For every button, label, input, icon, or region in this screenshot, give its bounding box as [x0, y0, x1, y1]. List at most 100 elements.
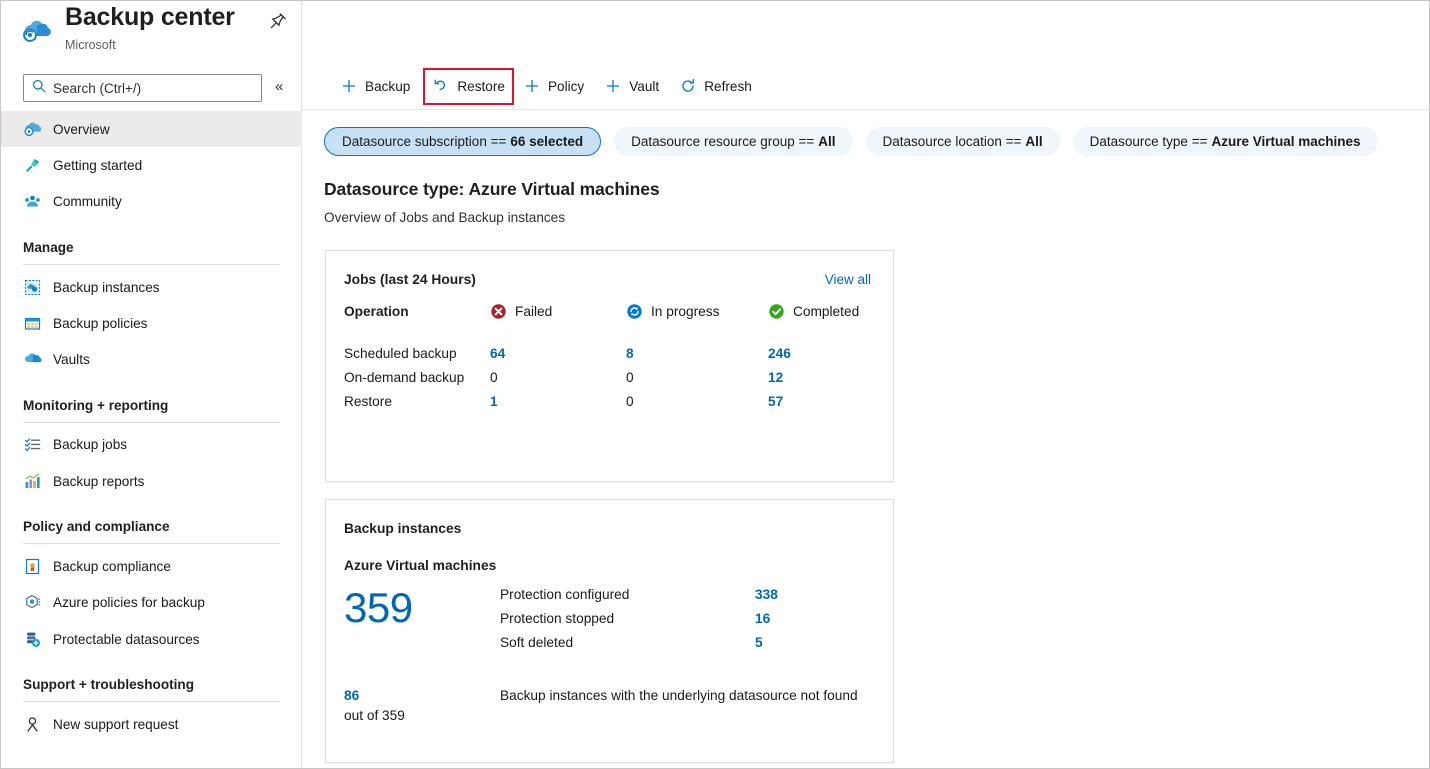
divider	[23, 421, 280, 423]
cell-completed: 246	[768, 326, 893, 361]
sidebar-item-label: Backup policies	[53, 315, 148, 331]
toolbar-button-label: Refresh	[704, 78, 752, 94]
error-circle-icon	[490, 303, 507, 320]
cell-operation: Scheduled backup	[344, 346, 457, 361]
backup-button[interactable]: Backup	[331, 70, 419, 102]
filter-pill-datasource-location[interactable]: Datasource location == All	[865, 126, 1060, 156]
search-input[interactable]	[53, 80, 243, 96]
checklist-icon	[23, 435, 42, 454]
sidebar-group-monitoring: Monitoring + reporting	[1, 378, 302, 423]
sidebar-item-backup-instances[interactable]: Backup instances	[1, 269, 302, 305]
filter-bar: Datasource subscription == 66 selected D…	[302, 122, 1429, 160]
restore-undo-icon	[432, 77, 450, 95]
divider	[23, 701, 280, 703]
instance-status-value[interactable]: 16	[755, 611, 770, 626]
vaults-cloud-icon	[23, 350, 42, 369]
vault-button[interactable]: Vault	[595, 70, 668, 102]
chevron-double-left-icon[interactable]: «	[275, 78, 283, 95]
community-icon	[23, 192, 42, 211]
missing-datasource-total: out of 359	[344, 707, 405, 723]
jobs-card-header: Jobs (last 24 Hours) View all	[326, 251, 893, 287]
sidebar-item-backup-compliance[interactable]: Backup compliance	[1, 548, 302, 584]
filter-pill-datasource-type[interactable]: Datasource type == Azure Virtual machine…	[1072, 126, 1378, 156]
instance-status-value[interactable]: 5	[755, 635, 763, 650]
sidebar-item-label: Azure policies for backup	[53, 595, 205, 611]
datasource-icon	[23, 630, 42, 649]
instance-status-label: Protection configured	[500, 587, 630, 602]
failed-count-link[interactable]: 64	[490, 346, 505, 361]
sidebar-item-azure-policies[interactable]: Azure policies for backup	[1, 585, 302, 621]
sidebar-group-title: Manage	[23, 239, 74, 255]
completed-count-link[interactable]: 57	[768, 394, 783, 409]
plus-icon	[523, 77, 541, 95]
column-label: Completed	[793, 304, 860, 319]
backup-instances-icon	[23, 278, 42, 297]
filter-pill-datasource-subscription[interactable]: Datasource subscription == 66 selected	[324, 126, 602, 156]
blade-header: Backup center Microsoft ⋯	[1, 1, 323, 63]
completed-count-link[interactable]: 246	[768, 346, 791, 361]
sidebar-item-getting-started[interactable]: Getting started	[1, 147, 302, 183]
refresh-button[interactable]: Refresh	[670, 70, 761, 102]
in-progress-circle-icon	[626, 303, 643, 320]
sidebar-item-overview[interactable]: Overview	[1, 111, 302, 148]
sidebar-group-title: Policy and compliance	[23, 519, 170, 535]
table-header-row: Operation Failed In progress Completed	[326, 303, 893, 326]
compliance-document-icon	[23, 557, 42, 576]
cloud-backup-icon	[23, 120, 42, 139]
jobs-card: Jobs (last 24 Hours) View all Operation	[325, 250, 894, 482]
filter-value: Azure Virtual machines	[1211, 133, 1361, 149]
rocket-flag-icon	[23, 156, 42, 175]
sidebar-item-label: Vaults	[53, 352, 90, 368]
sidebar-item-backup-jobs[interactable]: Backup jobs	[1, 427, 302, 463]
instances-summary: 359 Protection configured 338 Protection…	[326, 573, 893, 659]
cell-in-progress: 0	[626, 361, 768, 385]
backup-policies-icon	[23, 314, 42, 333]
toolbar-button-label: Restore	[457, 78, 505, 94]
divider	[23, 543, 280, 545]
missing-datasource-count[interactable]: 86	[344, 686, 500, 706]
instance-status-value[interactable]: 338	[755, 587, 778, 602]
sidebar-item-new-support-request[interactable]: New support request	[1, 706, 302, 742]
cell-in-progress: 0	[626, 385, 768, 409]
cell-operation: Restore	[344, 394, 392, 409]
refresh-icon	[679, 77, 697, 95]
policy-button[interactable]: Policy	[514, 70, 593, 102]
filter-pill-datasource-resource-group[interactable]: Datasource resource group == All	[614, 126, 853, 156]
cell-failed: 64	[490, 326, 626, 361]
sidebar-item-label: Backup jobs	[53, 437, 128, 453]
instances-card-header: Backup instances	[326, 500, 893, 536]
in-progress-count: 0	[626, 394, 634, 409]
sidebar-item-backup-policies[interactable]: Backup policies	[1, 305, 302, 341]
search-icon	[32, 79, 46, 98]
failed-count-link[interactable]: 1	[490, 394, 498, 409]
instance-status-label: Soft deleted	[500, 635, 574, 650]
pin-icon[interactable]	[267, 10, 289, 32]
sidebar-item-protectable-datasources[interactable]: Protectable datasources	[1, 621, 302, 657]
in-progress-count-link[interactable]: 8	[626, 346, 634, 361]
sidebar-item-community[interactable]: Community	[1, 184, 302, 220]
cell-failed: 0	[490, 361, 626, 385]
column-failed: Failed	[490, 303, 626, 326]
success-circle-icon	[768, 303, 785, 320]
instance-status-label: Protection stopped	[500, 611, 615, 626]
restore-button[interactable]: Restore	[423, 67, 514, 105]
backup-center-page: Backup center Microsoft ⋯	[0, 0, 1430, 769]
sidebar-nav: Overview Getting started Community Manag…	[1, 111, 302, 743]
section-heading: Datasource type: Azure Virtual machines …	[324, 179, 1024, 225]
sidebar-item-backup-reports[interactable]: Backup reports	[1, 463, 302, 499]
main-content: Backup Restore Policy Vault Refresh Data…	[302, 1, 1429, 768]
total-instances-count: 359	[344, 584, 413, 631]
sidebar-item-vaults[interactable]: Vaults	[1, 341, 302, 377]
sidebar-item-label: Backup reports	[53, 473, 145, 489]
search-box[interactable]	[23, 74, 262, 102]
sidebar-item-label: Protectable datasources	[53, 631, 200, 647]
completed-count-link[interactable]: 12	[768, 370, 783, 385]
list-item: Soft deleted 5	[500, 635, 893, 650]
section-subtitle: Overview of Jobs and Backup instances	[324, 210, 566, 225]
list-item: Protection stopped 16	[500, 611, 893, 626]
instances-card-subtitle: Azure Virtual machines	[344, 558, 497, 573]
column-operation: Operation	[344, 304, 409, 319]
sidebar-group-title: Monitoring + reporting	[23, 397, 169, 413]
view-all-link[interactable]: View all	[825, 272, 871, 287]
cell-in-progress: 8	[626, 326, 768, 361]
